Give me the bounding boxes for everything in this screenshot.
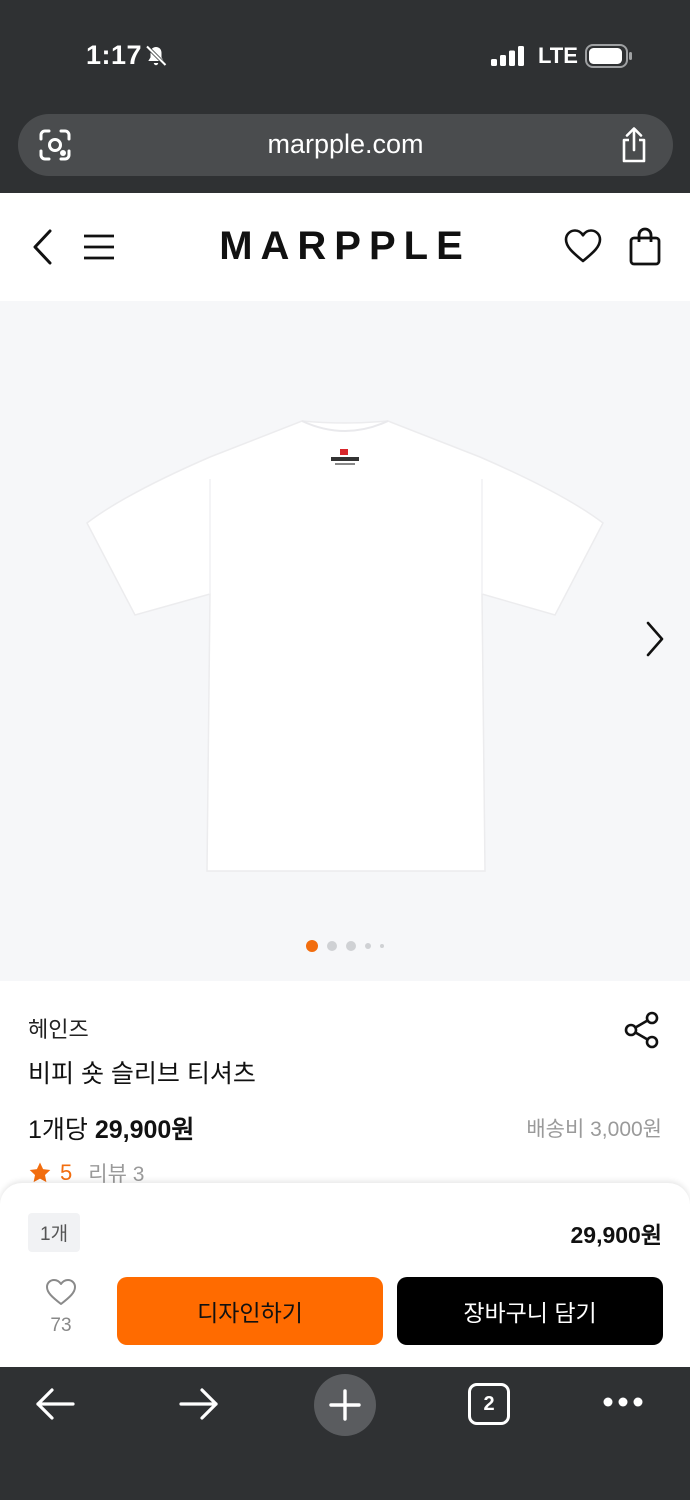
product-image-tshirt <box>86 420 604 872</box>
signal-icon <box>491 46 524 66</box>
like-count: 73 <box>50 1315 72 1336</box>
total-price: 29,900원 <box>570 1222 662 1248</box>
url-text[interactable]: marpple.com <box>18 129 673 160</box>
browser-back-arrow-icon[interactable] <box>34 1387 76 1421</box>
browser-bottom-toolbar: 2 <box>0 1367 690 1500</box>
more-options-icon[interactable] <box>602 1396 644 1408</box>
new-tab-button[interactable] <box>314 1374 376 1436</box>
next-image-arrow-icon[interactable] <box>643 619 667 659</box>
design-button[interactable]: 디자인하기 <box>117 1277 383 1345</box>
star-icon <box>29 1162 51 1183</box>
add-to-cart-button[interactable]: 장바구니 담기 <box>397 1277 663 1345</box>
share-icon[interactable] <box>619 126 649 164</box>
shipping-fee: 배송비 3,000원 <box>526 1118 662 1141</box>
carousel-dot[interactable] <box>327 941 337 951</box>
product-image-carousel[interactable] <box>0 301 690 981</box>
carousel-dot[interactable] <box>380 944 384 948</box>
wishlist-heart-icon[interactable] <box>564 228 602 264</box>
purchase-bottom-sheet: 1개 29,900원 73 디자인하기 장바구니 담기 <box>0 1183 690 1367</box>
site-header: MARPPLE <box>0 193 690 301</box>
share-nodes-icon[interactable] <box>622 1010 662 1050</box>
unit-price-value: 29,900원 <box>94 1116 195 1144</box>
quantity-badge[interactable]: 1개 <box>28 1213 81 1252</box>
unit-price-prefix: 1개당 <box>28 1116 88 1144</box>
address-bar[interactable]: marpple.com <box>18 114 673 176</box>
like-heart-icon[interactable] <box>45 1278 77 1306</box>
carousel-dot[interactable] <box>346 941 356 951</box>
shopping-bag-icon[interactable] <box>628 226 662 266</box>
carousel-pagination <box>0 940 690 952</box>
battery-icon <box>585 44 632 68</box>
product-name: 비피 숏 슬리브 티셔츠 <box>28 1060 256 1088</box>
plus-icon <box>329 1389 361 1421</box>
unit-price: 1개당 29,900원 <box>28 1110 194 1146</box>
carousel-dot-active[interactable] <box>306 940 318 952</box>
tab-switcher-button[interactable]: 2 <box>468 1383 510 1425</box>
browser-top-chrome: 1:17 LTE marpple.com <box>0 0 690 193</box>
like-button[interactable]: 73 <box>38 1278 84 1337</box>
product-brand[interactable]: 헤인즈 <box>28 1012 89 1044</box>
browser-forward-arrow-icon[interactable] <box>178 1387 220 1421</box>
bell-off-icon <box>145 45 167 67</box>
network-type: LTE <box>538 43 578 68</box>
carousel-dot[interactable] <box>365 943 371 949</box>
status-time: 1:17 <box>86 40 143 70</box>
